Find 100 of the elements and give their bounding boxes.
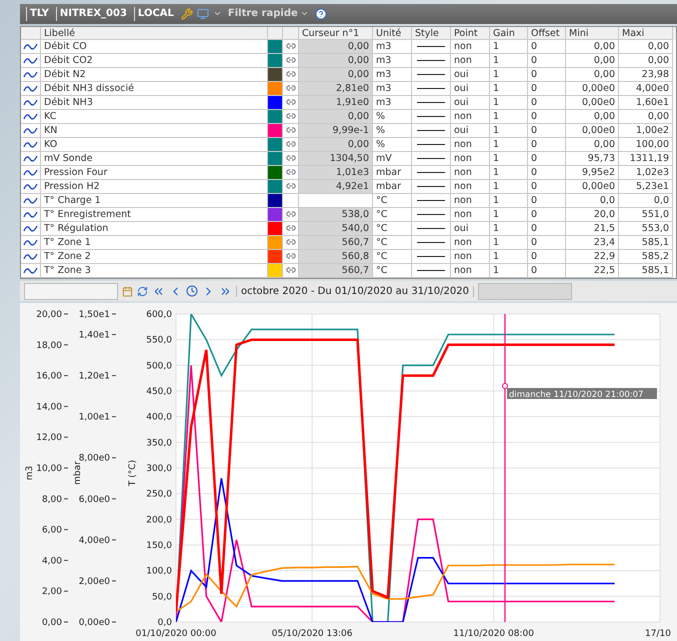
- color-swatch[interactable]: [268, 110, 282, 123]
- color-swatch[interactable]: [268, 208, 282, 221]
- line-style-sample: [417, 256, 445, 257]
- wave-icon: [22, 125, 38, 136]
- line-style-sample: [417, 228, 445, 229]
- axis-tick-label: 450,0: [146, 387, 172, 397]
- axis-tick-label: 250,0: [146, 490, 172, 500]
- link-icon[interactable]: [286, 55, 296, 66]
- axis-tick-label: 12,00: [36, 433, 62, 444]
- color-swatch[interactable]: [268, 236, 282, 249]
- link-icon[interactable]: [286, 251, 296, 262]
- axis-tick-label: 500,0: [146, 361, 172, 372]
- link-icon[interactable]: [286, 153, 296, 164]
- axis-tick-label: 0,00: [42, 618, 62, 628]
- link-icon[interactable]: [286, 181, 296, 192]
- refresh-icon[interactable]: [137, 286, 148, 297]
- color-swatch[interactable]: [268, 124, 282, 137]
- line-style-sample: [417, 116, 445, 117]
- axis-tick-label: 16,00: [36, 372, 62, 382]
- axis-tick-label: 1,20e1: [78, 372, 110, 382]
- table-cell: 1,01e3: [299, 166, 373, 180]
- color-swatch[interactable]: [268, 68, 282, 81]
- input-field[interactable]: [24, 282, 118, 300]
- tick-mark: [112, 457, 116, 458]
- color-swatch[interactable]: [268, 180, 282, 193]
- color-swatch[interactable]: [268, 194, 282, 207]
- tick-mark: [112, 498, 116, 500]
- axis-tick-label: 0,00e0: [78, 618, 110, 628]
- wave-icon: [22, 167, 38, 178]
- link-icon[interactable]: [286, 237, 296, 248]
- link-icon[interactable]: [286, 125, 296, 136]
- color-swatch[interactable]: [268, 40, 282, 53]
- tick-mark: [112, 416, 116, 418]
- line-style-sample: [417, 200, 445, 201]
- link-icon[interactable]: [286, 223, 296, 234]
- table-cell: 0,00: [299, 68, 373, 82]
- tick-mark: [64, 590, 68, 592]
- wave-icon: [22, 139, 38, 150]
- link-icon[interactable]: [286, 139, 296, 150]
- tick-mark: [64, 560, 68, 561]
- tick-mark: [64, 375, 68, 376]
- color-swatch[interactable]: [268, 54, 282, 67]
- tick-mark: [112, 375, 116, 376]
- axis-tick-label: 50,0: [152, 592, 172, 602]
- tick-mark: [64, 344, 68, 346]
- line-style-sample: [417, 60, 445, 61]
- link-icon[interactable]: [286, 265, 296, 276]
- axis-tick-label: 4,00: [42, 556, 62, 566]
- axis-tick-label: 350,0: [146, 438, 172, 448]
- link-icon[interactable]: [286, 209, 296, 220]
- link-icon[interactable]: [286, 83, 296, 94]
- wave-icon: [22, 265, 38, 276]
- help-icon[interactable]: [314, 8, 327, 20]
- color-swatch[interactable]: [268, 222, 282, 235]
- filter-dropdown[interactable]: Filtre rapide: [226, 8, 311, 20]
- link-icon[interactable]: [286, 111, 296, 122]
- table-cell: 560,7: [299, 264, 373, 278]
- wave-icon: [22, 209, 38, 220]
- wrench-icon[interactable]: [180, 8, 193, 20]
- input-field[interactable]: [478, 282, 572, 300]
- line-series: [176, 564, 616, 612]
- calendar-icon[interactable]: [122, 286, 133, 297]
- axis-tick-label: 6,00: [42, 526, 62, 536]
- color-swatch[interactable]: [268, 82, 282, 95]
- table-cell: °C: [373, 264, 412, 278]
- clock-icon[interactable]: [186, 285, 198, 298]
- axis-tick-label: 8,00e0: [78, 454, 110, 464]
- wave-icon: [22, 237, 38, 248]
- axis-tick-label: 6,00e0: [78, 494, 110, 505]
- link-icon[interactable]: [286, 69, 296, 80]
- wave-icon: [22, 69, 38, 80]
- link-icon[interactable]: [286, 167, 296, 178]
- table-cell: 1,91e0: [299, 96, 373, 110]
- color-swatch[interactable]: [268, 264, 282, 277]
- axis-tick-label: 20,00: [36, 310, 62, 320]
- color-swatch[interactable]: [268, 250, 282, 263]
- cursor-marker: [502, 383, 508, 389]
- wave-icon: [22, 223, 38, 234]
- axis-title: T (°C): [128, 460, 138, 486]
- line-style-sample: [417, 172, 445, 173]
- axis-tick-label: 100,0: [146, 566, 172, 577]
- line-style-sample: [417, 158, 445, 159]
- color-swatch[interactable]: [268, 166, 282, 179]
- axis-tick-label: 550,0: [146, 336, 172, 346]
- color-swatch[interactable]: [268, 138, 282, 151]
- axis-tick-label: 11/10/2020 08:00: [453, 629, 534, 639]
- axis-tick-label: 600,0: [146, 310, 172, 320]
- axis-title: m3: [25, 466, 35, 480]
- table-cell: 22,5: [566, 264, 619, 278]
- cursor-line[interactable]: [504, 314, 506, 622]
- wave-icon: [22, 195, 38, 206]
- table-cell: 0,00: [299, 40, 373, 54]
- link-icon[interactable]: [286, 41, 296, 52]
- line-style-sample: [417, 242, 445, 243]
- wave-icon: [22, 153, 38, 164]
- color-swatch[interactable]: [268, 152, 282, 165]
- link-icon[interactable]: [286, 97, 296, 108]
- monitor-icon[interactable]: [196, 8, 209, 20]
- color-swatch[interactable]: [268, 96, 282, 109]
- wave-icon: [22, 41, 38, 52]
